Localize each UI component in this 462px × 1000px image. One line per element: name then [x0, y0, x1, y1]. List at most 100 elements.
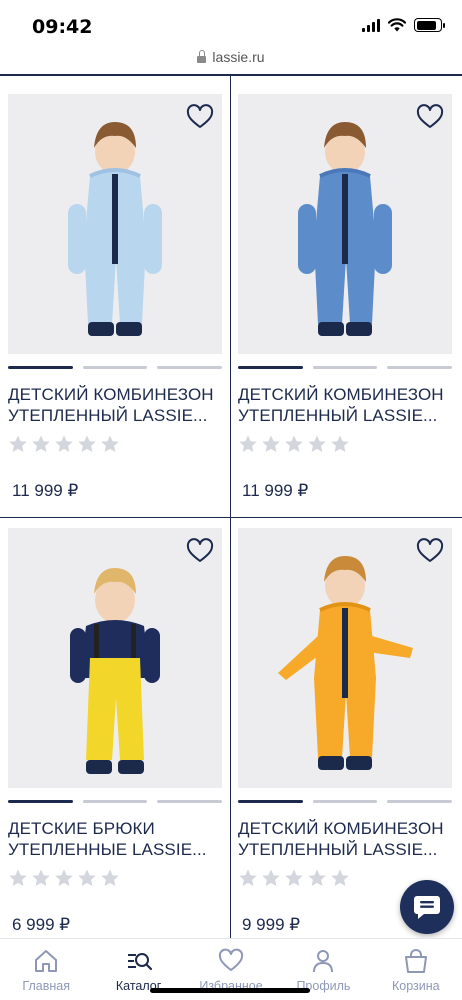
address-bar[interactable]: lassie.ru [0, 44, 462, 70]
product-price: 6 999 ₽ [12, 915, 71, 934]
pagination-dot[interactable] [82, 800, 148, 803]
product-title-line1: ДЕТСКИЙ КОМБИНЕЗОН [238, 385, 444, 404]
heart-outline-icon [186, 104, 214, 128]
heart-outline-icon [416, 104, 444, 128]
star-icon [261, 434, 281, 459]
product-title-line1: ДЕТСКИЙ КОМБИНЕЗОН [238, 819, 444, 838]
product-title[interactable]: ДЕТСКИЙ КОМБИНЕЗОН УТЕПЛЕННЫЙ LASSIE... [8, 384, 230, 426]
image-pagination [8, 366, 223, 369]
heart-outline-icon [416, 538, 444, 562]
product-card[interactable]: ДЕТСКИЙ КОМБИНЕЗОН УТЕПЛЕННЫЙ LASSIE... … [8, 94, 230, 514]
battery-icon [414, 18, 445, 32]
star-icon [238, 434, 258, 459]
lock-icon [197, 49, 207, 64]
product-photo [68, 122, 162, 336]
star-icon [77, 868, 97, 893]
product-rating [238, 868, 350, 893]
home-indicator [150, 988, 310, 993]
star-icon [100, 868, 120, 893]
pagination-dot[interactable] [82, 366, 148, 369]
catalog-search-icon [127, 953, 152, 971]
tab-home[interactable]: Главная [0, 939, 92, 1000]
grid-divider-middle [0, 517, 462, 518]
product-photo [278, 556, 413, 770]
product-card[interactable]: ДЕТСКИЙ КОМБИНЕЗОН УТЕПЛЕННЫЙ LASSIE... … [238, 94, 460, 514]
star-icon [330, 434, 350, 459]
star-icon [31, 434, 51, 459]
pagination-dot[interactable] [387, 366, 453, 369]
status-bar: 09:42 [0, 0, 462, 46]
product-image[interactable] [238, 528, 452, 788]
favorite-button[interactable] [416, 104, 444, 130]
product-rating [238, 434, 350, 459]
star-icon [8, 868, 28, 893]
wifi-icon [388, 18, 406, 32]
url-text: lassie.ru [212, 49, 265, 65]
product-title-line1: ДЕТСКИЙ КОМБИНЕЗОН [8, 385, 214, 404]
favorite-button[interactable] [416, 538, 444, 564]
star-icon [330, 868, 350, 893]
chat-button[interactable] [400, 880, 454, 934]
favorite-button[interactable] [186, 104, 214, 130]
user-icon [313, 950, 334, 973]
product-card[interactable]: ДЕТСКИЕ БРЮКИ УТЕПЛЕННЫЕ LASSIE... 6 999… [8, 528, 230, 948]
heart-outline-icon [186, 538, 214, 562]
star-icon [238, 868, 258, 893]
pagination-dot[interactable] [312, 800, 378, 803]
product-rating [8, 868, 120, 893]
grid-divider-top [0, 74, 462, 76]
star-icon [307, 868, 327, 893]
image-pagination [8, 800, 223, 803]
star-icon [284, 434, 304, 459]
product-title-line2: УТЕПЛЕННЫЙ LASSIE... [238, 840, 438, 859]
heart-icon [218, 948, 244, 971]
tab-label: Корзина [392, 979, 440, 993]
star-icon [54, 434, 74, 459]
product-title[interactable]: ДЕТСКИЕ БРЮКИ УТЕПЛЕННЫЕ LASSIE... [8, 818, 230, 860]
product-title[interactable]: ДЕТСКИЙ КОМБИНЕЗОН УТЕПЛЕННЫЙ LASSIE... [238, 818, 460, 860]
battery-level [416, 20, 437, 30]
pagination-dot[interactable] [8, 366, 73, 369]
product-title[interactable]: ДЕТСКИЙ КОМБИНЕЗОН УТЕПЛЕННЫЙ LASSIE... [238, 384, 460, 426]
pagination-dot[interactable] [157, 366, 223, 369]
product-photo [70, 568, 160, 774]
tab-cart[interactable]: Корзина [370, 939, 462, 1000]
star-icon [261, 868, 281, 893]
product-price: 11 999 ₽ [242, 481, 309, 500]
product-image[interactable] [8, 94, 222, 354]
star-icon [77, 434, 97, 459]
star-icon [31, 868, 51, 893]
product-image[interactable] [238, 94, 452, 354]
product-image[interactable] [8, 528, 222, 788]
chat-icon [414, 896, 440, 919]
image-pagination [238, 366, 453, 369]
product-title-line2: УТЕПЛЕННЫЙ LASSIE... [8, 406, 208, 425]
star-icon [307, 434, 327, 459]
pagination-dot[interactable] [8, 800, 73, 803]
star-icon [100, 434, 120, 459]
pagination-dot[interactable] [312, 366, 378, 369]
status-time: 09:42 [32, 16, 93, 38]
tab-label: Главная [22, 979, 70, 993]
product-photo [298, 122, 392, 336]
image-pagination [238, 800, 453, 803]
pagination-dot[interactable] [157, 800, 223, 803]
grid-divider-vertical [230, 74, 231, 944]
pagination-dot[interactable] [387, 800, 453, 803]
pagination-dot[interactable] [238, 800, 303, 803]
product-title-line2: УТЕПЛЕННЫЕ LASSIE... [8, 840, 207, 859]
product-price: 11 999 ₽ [12, 481, 79, 500]
star-icon [8, 434, 28, 459]
favorite-button[interactable] [186, 538, 214, 564]
pagination-dot[interactable] [238, 366, 303, 369]
status-icons [362, 18, 445, 32]
home-icon [35, 950, 58, 972]
product-title-line2: УТЕПЛЕННЫЙ LASSIE... [238, 406, 438, 425]
product-title-line1: ДЕТСКИЕ БРЮКИ [8, 819, 155, 838]
cellular-signal-icon [362, 18, 380, 32]
product-price: 9 999 ₽ [242, 915, 301, 934]
shopping-bag-icon [404, 949, 427, 973]
star-icon [54, 868, 74, 893]
product-rating [8, 434, 120, 459]
star-icon [284, 868, 304, 893]
